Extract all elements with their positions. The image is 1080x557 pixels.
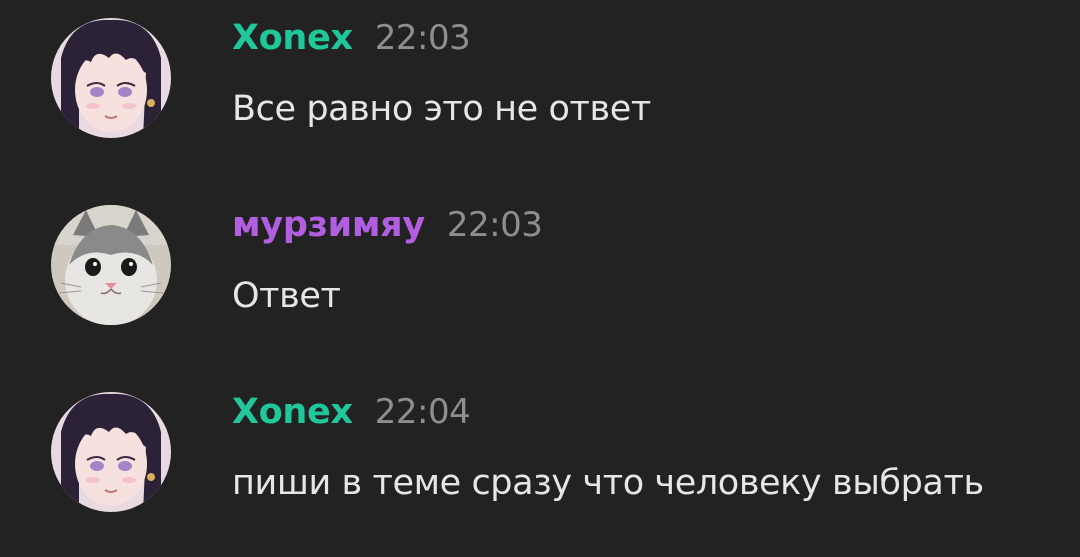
message-timestamp: 22:03 xyxy=(374,18,471,58)
message-timestamp: 22:03 xyxy=(446,205,543,245)
chat-message-list: Xonex 22:03 Все равно это не ответ мурзи… xyxy=(0,0,1080,557)
chat-message: Xonex 22:04 пиши в теме сразу что челове… xyxy=(0,374,1080,524)
message-text: Ответ xyxy=(232,276,341,316)
message-header: Xonex 22:04 xyxy=(232,392,471,442)
anime-girl-avatar[interactable] xyxy=(51,18,171,138)
message-text: пиши в теме сразу что человеку выбрать xyxy=(232,463,984,503)
message-timestamp: 22:04 xyxy=(374,392,471,432)
author-name[interactable]: Xonex xyxy=(232,18,353,58)
author-name[interactable]: Xonex xyxy=(232,392,353,432)
cat-avatar[interactable] xyxy=(51,205,171,325)
message-header: Xonex 22:03 xyxy=(232,18,471,68)
message-header: мурзимяу 22:03 xyxy=(232,205,543,255)
anime-girl-avatar[interactable] xyxy=(51,392,171,512)
chat-message: мурзимяу 22:03 Ответ xyxy=(0,187,1080,337)
author-name[interactable]: мурзимяу xyxy=(232,205,425,245)
chat-message: Xonex 22:03 Все равно это не ответ xyxy=(0,0,1080,150)
message-text: Все равно это не ответ xyxy=(232,89,651,129)
